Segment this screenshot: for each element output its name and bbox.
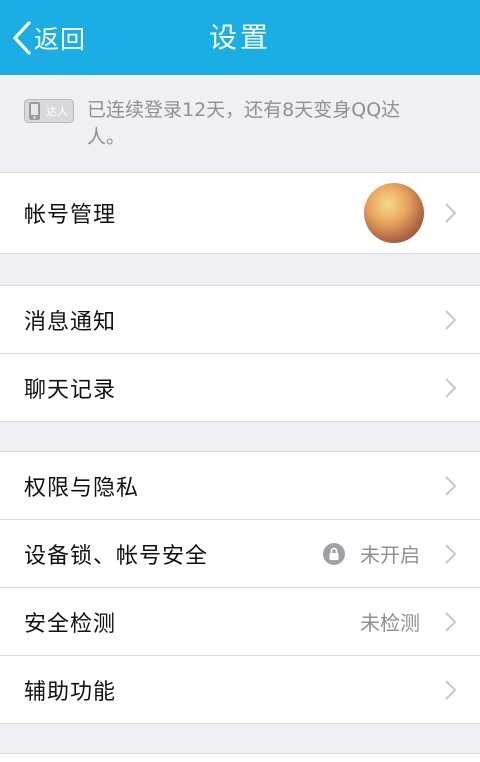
chevron-right-icon bbox=[445, 309, 457, 330]
chevron-right-icon bbox=[445, 475, 457, 496]
chevron-right-icon bbox=[445, 679, 457, 700]
login-notice: 达人 已连续登录12天，还有8天变身QQ达人。 bbox=[0, 75, 480, 172]
privacy-row[interactable]: 权限与隐私 bbox=[0, 452, 480, 519]
badge-label: 达人 bbox=[46, 105, 68, 118]
phone-badge-icon: 达人 bbox=[24, 99, 74, 123]
chevron-right-icon bbox=[445, 203, 457, 223]
chevron-right-icon bbox=[445, 543, 457, 564]
next-row-partial bbox=[0, 754, 480, 762]
security-check-status: 未检测 bbox=[360, 611, 420, 635]
notice-text: 已连续登录12天，还有8天变身QQ达人。 bbox=[87, 99, 401, 148]
lock-icon bbox=[323, 542, 345, 565]
message-notification-row[interactable]: 消息通知 bbox=[0, 286, 480, 353]
accessibility-label: 辅助功能 bbox=[24, 679, 117, 705]
device-lock-status: 未开启 bbox=[360, 543, 420, 567]
chevron-right-icon bbox=[445, 377, 457, 398]
accessibility-row[interactable]: 辅助功能 bbox=[0, 656, 480, 723]
security-check-label: 安全检测 bbox=[24, 611, 117, 637]
privacy-label: 权限与隐私 bbox=[24, 475, 140, 501]
divider bbox=[0, 253, 480, 254]
chevron-right-icon bbox=[445, 611, 457, 632]
page-title: 设置 bbox=[208, 21, 271, 54]
account-management-row[interactable]: 帐号管理 bbox=[0, 173, 480, 253]
divider bbox=[0, 723, 480, 724]
avatar bbox=[364, 183, 424, 243]
account-management-label: 帐号管理 bbox=[24, 203, 117, 228]
chat-history-label: 聊天记录 bbox=[24, 377, 117, 403]
divider bbox=[0, 421, 480, 422]
device-lock-row[interactable]: 设备锁、帐号安全 未开启 bbox=[0, 520, 480, 587]
title-bar: 返回 设置 bbox=[0, 0, 480, 75]
security-check-row[interactable]: 安全检测 未检测 bbox=[0, 588, 480, 655]
device-lock-label: 设备锁、帐号安全 bbox=[24, 543, 209, 569]
message-notification-label: 消息通知 bbox=[24, 309, 117, 335]
chat-history-row[interactable]: 聊天记录 bbox=[0, 354, 480, 421]
